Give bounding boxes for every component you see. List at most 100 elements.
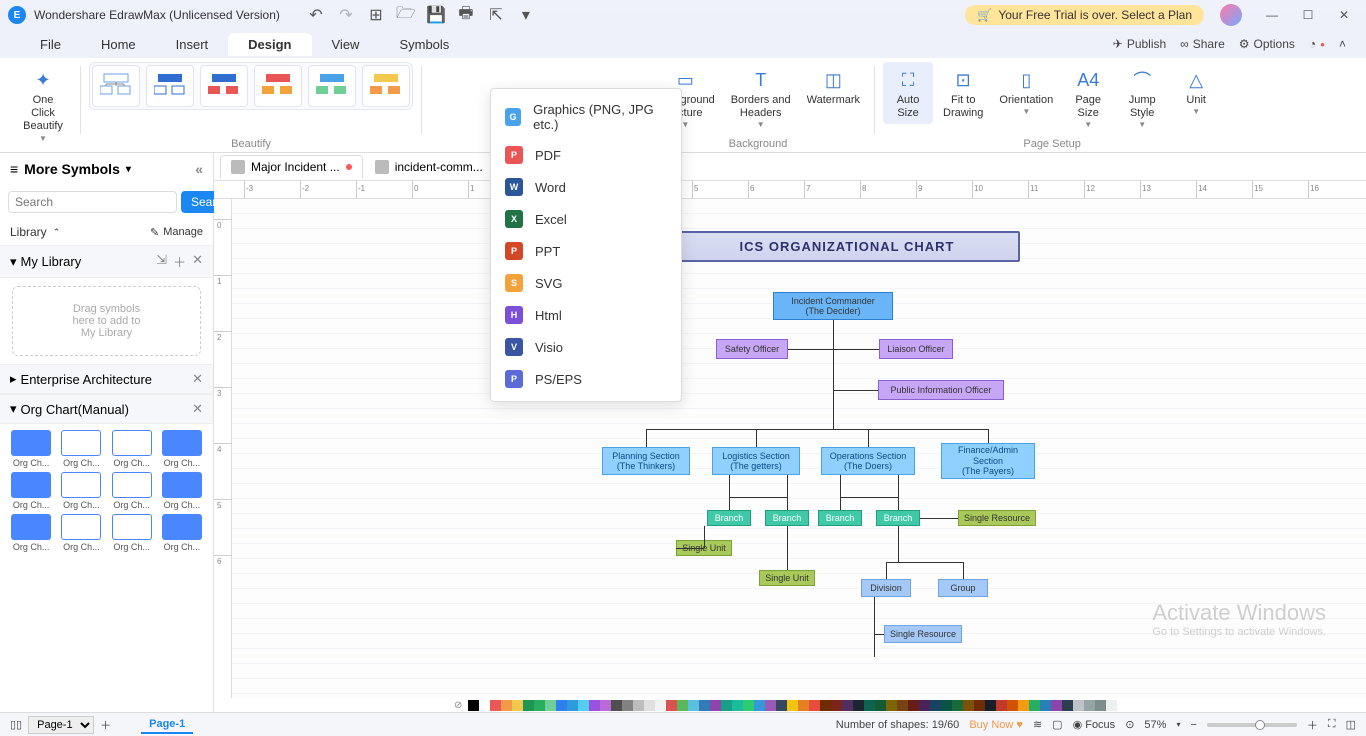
shape-thumbnail[interactable]: Org Ch... <box>109 472 155 510</box>
color-swatch[interactable] <box>732 700 743 711</box>
borders-headers-button[interactable]: TBorders and Headers▼ <box>725 62 797 133</box>
color-swatch[interactable] <box>710 700 721 711</box>
node-logistics[interactable]: Logistics Section(The getters) <box>712 447 800 475</box>
node-planning[interactable]: Planning Section(The Thinkers) <box>602 447 690 475</box>
focus-button[interactable]: ◉ Focus <box>1073 718 1116 731</box>
layout-icon[interactable]: ▯▯ <box>10 718 22 731</box>
fullscreen-icon[interactable]: ⛶ <box>1328 718 1336 731</box>
theme-tile[interactable] <box>362 65 410 107</box>
shape-thumbnail[interactable]: Org Ch... <box>58 430 104 468</box>
color-swatch[interactable] <box>754 700 765 711</box>
qat-more-icon[interactable]: ▾ <box>518 7 534 23</box>
symbol-search-input[interactable] <box>8 191 177 213</box>
color-swatch[interactable] <box>1007 700 1018 711</box>
node-commander[interactable]: Incident Commander(The Decider) <box>773 292 893 320</box>
color-swatch[interactable] <box>897 700 908 711</box>
node-finance[interactable]: Finance/Admin Section(The Payers) <box>941 443 1035 479</box>
color-swatch[interactable] <box>908 700 919 711</box>
zoom-out-icon[interactable]: − <box>1190 719 1196 731</box>
save-icon[interactable]: 💾 <box>428 7 444 23</box>
color-swatch[interactable] <box>952 700 963 711</box>
close-section-icon[interactable]: ✕ <box>192 371 203 387</box>
node-branch[interactable]: Branch <box>707 510 751 526</box>
color-swatch[interactable] <box>655 700 666 711</box>
print-icon[interactable]: 🖶 <box>458 7 474 23</box>
shape-thumbnail[interactable]: Org Ch... <box>58 472 104 510</box>
maximize-icon[interactable]: ☐ <box>1294 1 1322 29</box>
page-tab[interactable]: Page-1 <box>141 716 193 734</box>
color-swatch[interactable] <box>721 700 732 711</box>
color-swatch[interactable] <box>479 700 490 711</box>
no-fill-icon[interactable]: ⊘ <box>454 700 462 711</box>
shape-thumbnail[interactable]: Org Ch... <box>109 430 155 468</box>
color-swatch[interactable] <box>875 700 886 711</box>
layers-icon[interactable]: ≋ <box>1033 718 1042 731</box>
zoom-slider[interactable] <box>1207 723 1297 727</box>
share-button[interactable]: ∞ Share <box>1180 37 1225 51</box>
color-swatch[interactable] <box>534 700 545 711</box>
color-swatch[interactable] <box>886 700 897 711</box>
buy-now-button[interactable]: Buy Now ♥ <box>969 719 1023 731</box>
export-item[interactable]: PPS/EPS <box>491 363 681 395</box>
options-button[interactable]: ⚙ Options <box>1239 37 1295 51</box>
close-lib-icon[interactable]: ✕ <box>192 252 203 271</box>
color-swatch[interactable] <box>556 700 567 711</box>
close-section-icon[interactable]: ✕ <box>192 401 203 417</box>
color-swatch[interactable] <box>842 700 853 711</box>
node-pio[interactable]: Public Information Officer <box>878 380 1004 400</box>
shape-thumbnail[interactable]: Org Ch... <box>159 430 205 468</box>
enterprise-section[interactable]: Enterprise Architecture <box>21 372 153 387</box>
color-swatch[interactable] <box>787 700 798 711</box>
color-swatch[interactable] <box>1084 700 1095 711</box>
color-swatch[interactable] <box>622 700 633 711</box>
jump-style-button[interactable]: ⌒Jump Style▼ <box>1117 62 1167 133</box>
chart-title[interactable]: ICS ORGANIZATIONAL CHART <box>674 231 1020 262</box>
zoom-in-icon[interactable]: ＋ <box>1307 717 1318 733</box>
minimize-icon[interactable]: — <box>1258 1 1286 29</box>
color-swatch[interactable] <box>776 700 787 711</box>
node-division[interactable]: Division <box>861 579 911 597</box>
export-item[interactable]: GGraphics (PNG, JPG etc.) <box>491 95 681 139</box>
open-icon[interactable]: 🗁 <box>398 7 414 23</box>
color-swatch[interactable] <box>600 700 611 711</box>
user-avatar[interactable] <box>1220 4 1242 26</box>
publish-button[interactable]: ✈ Publish <box>1113 37 1166 51</box>
color-swatch[interactable] <box>578 700 589 711</box>
color-swatch[interactable] <box>974 700 985 711</box>
color-swatch[interactable] <box>831 700 842 711</box>
color-swatch[interactable] <box>490 700 501 711</box>
color-swatch[interactable] <box>919 700 930 711</box>
color-swatch[interactable] <box>666 700 677 711</box>
color-swatch[interactable] <box>1095 700 1106 711</box>
orgchart-section[interactable]: Org Chart(Manual) <box>21 402 129 417</box>
shape-thumbnail[interactable]: Org Ch... <box>159 514 205 552</box>
color-swatch[interactable] <box>633 700 644 711</box>
color-swatch[interactable] <box>611 700 622 711</box>
undo-icon[interactable]: ↶ <box>308 7 324 23</box>
shape-thumbnail[interactable]: Org Ch... <box>58 514 104 552</box>
theme-tile[interactable] <box>254 65 302 107</box>
manage-button[interactable]: ✎ Manage <box>150 226 203 239</box>
one-click-beautify-button[interactable]: ✦ One Click Beautify ▼ <box>14 62 72 147</box>
color-swatch[interactable] <box>985 700 996 711</box>
node-single-resource[interactable]: Single Resource <box>958 510 1036 526</box>
theme-tile[interactable] <box>146 65 194 107</box>
menu-design[interactable]: Design <box>228 33 311 56</box>
color-swatch[interactable] <box>930 700 941 711</box>
fit-to-drawing-button[interactable]: ⊡Fit to Drawing <box>937 62 989 124</box>
zoom-fit-icon[interactable]: ⊙ <box>1125 718 1134 731</box>
color-swatch[interactable] <box>809 700 820 711</box>
color-swatch[interactable] <box>644 700 655 711</box>
export-item[interactable]: SSVG <box>491 267 681 299</box>
doc-tab[interactable]: Major Incident ... <box>220 155 363 179</box>
menu-symbols[interactable]: Symbols <box>379 33 469 56</box>
page-selector[interactable]: Page-1 <box>28 716 94 734</box>
color-swatch[interactable] <box>941 700 952 711</box>
color-swatch[interactable] <box>1106 700 1117 711</box>
color-swatch[interactable] <box>864 700 875 711</box>
node-branch[interactable]: Branch <box>876 510 920 526</box>
add-page-icon[interactable]: ＋ <box>100 717 111 733</box>
export-item[interactable]: VVisio <box>491 331 681 363</box>
color-swatch[interactable] <box>677 700 688 711</box>
doc-tab[interactable]: incident-comm... <box>365 156 493 178</box>
